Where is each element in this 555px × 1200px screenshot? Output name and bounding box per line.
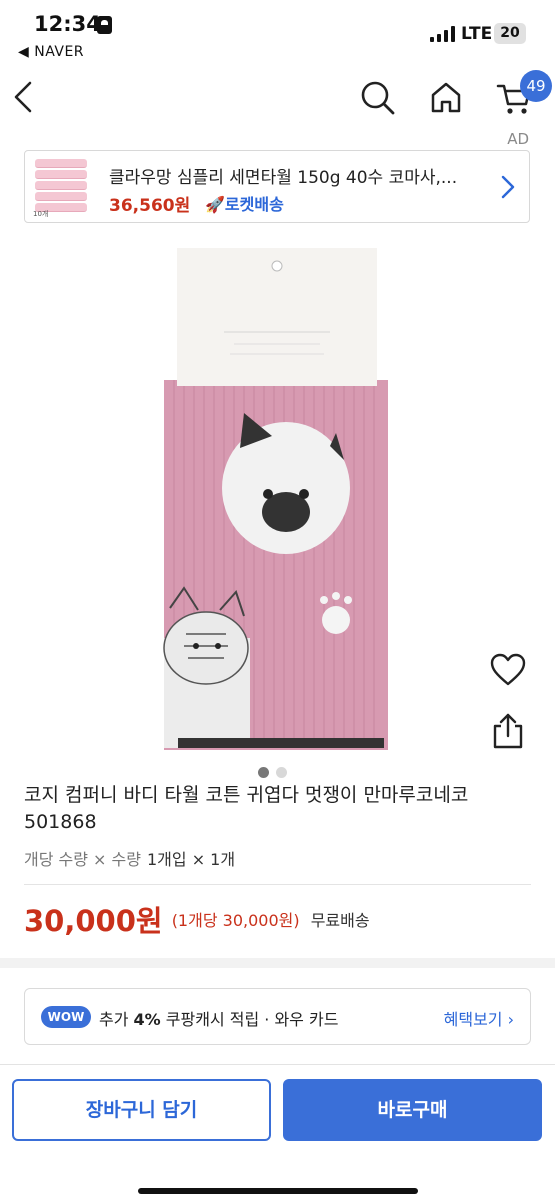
ad-banner[interactable]: 10개 클라우망 심플리 세면타월 150g 40수 코마사,... 36,56… — [24, 150, 530, 223]
share-icon[interactable] — [492, 712, 524, 750]
product-title: 코지 컴퍼니 바디 타월 코튼 귀엽다 멋쟁이 만마루코네코 501868 — [24, 784, 469, 833]
price-row: 30,000원 (1개당 30,000원) 무료배송 — [24, 898, 370, 940]
view-benefits-link[interactable]: 혜택보기 › — [444, 1006, 514, 1030]
section-separator — [0, 958, 555, 968]
home-indicator — [138, 1188, 418, 1194]
wow-benefit-text: 추가 4% 쿠팡캐시 적립 · 와우 카드 — [99, 1010, 339, 1029]
pagination-dot[interactable] — [276, 767, 287, 778]
ad-thumb-qty: 10개 — [33, 210, 49, 218]
option-value: 1개입 × 1개 — [146, 850, 236, 869]
product-price: 30,000원 — [24, 904, 163, 938]
status-bar: 12:34 ◀ NAVER LTE 20 — [0, 0, 555, 66]
clock: 12:34 — [34, 12, 101, 36]
heart-icon[interactable] — [490, 653, 526, 687]
top-nav — [0, 66, 555, 128]
network-label: LTE — [461, 24, 493, 44]
shipping-info: 무료배송 — [310, 911, 370, 930]
image-pagination — [258, 763, 294, 782]
buy-now-button[interactable]: 바로구매 — [283, 1079, 542, 1141]
option-label: 개당 수량 × 수량 — [24, 850, 141, 869]
ad-label: AD — [507, 130, 529, 148]
signal-icon — [430, 26, 456, 42]
home-icon[interactable] — [429, 80, 463, 114]
battery-indicator: 20 — [494, 23, 526, 44]
cart-count-badge: 49 — [520, 70, 552, 102]
ad-price: 36,560원 — [109, 196, 191, 216]
product-image[interactable] — [160, 248, 394, 756]
back-arrow-icon[interactable] — [12, 80, 34, 114]
id-badge-icon — [97, 16, 112, 34]
ad-title: 클라우망 심플리 세면타월 150g 40수 코마사,... — [109, 168, 458, 188]
unit-price: (1개당 30,000원) — [171, 911, 300, 930]
search-icon[interactable] — [360, 80, 396, 116]
wow-badge: WOW — [41, 1006, 91, 1028]
wow-benefit-box[interactable]: WOW 추가 4% 쿠팡캐시 적립 · 와우 카드 혜택보기 › — [24, 988, 531, 1045]
back-to-app-link[interactable]: ◀ NAVER — [18, 44, 84, 60]
rocket-delivery-badge: 🚀로켓배송 — [205, 195, 284, 214]
option-summary: 개당 수량 × 수량 1개입 × 1개 — [24, 846, 235, 870]
pagination-dot-active[interactable] — [258, 767, 269, 778]
divider — [24, 884, 531, 885]
bottom-action-bar: 장바구니 담기 바로구매 — [0, 1064, 555, 1200]
chevron-right-icon — [501, 175, 515, 199]
add-to-cart-button[interactable]: 장바구니 담기 — [12, 1079, 271, 1141]
ad-thumbnail: 10개 — [31, 155, 91, 219]
